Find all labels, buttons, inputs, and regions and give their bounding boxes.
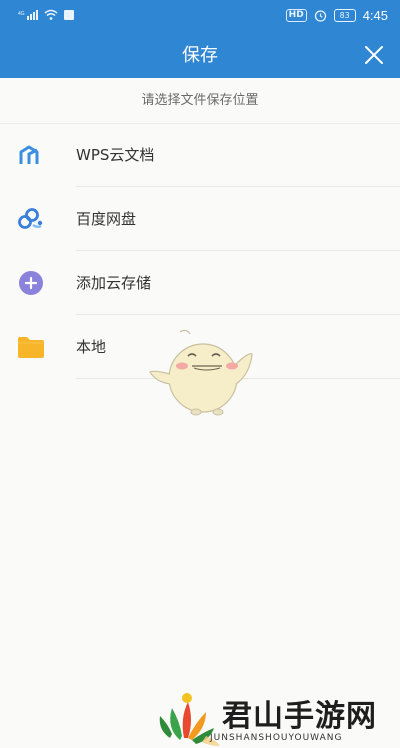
list-item-add-cloud-storage[interactable]: 添加云存储 — [0, 251, 400, 315]
status-left: 4G — [18, 9, 74, 20]
site-watermark: 君山手游网 JUNSHANSHOUYOUWANG — [150, 688, 400, 748]
battery-icon: 83 — [333, 9, 356, 22]
close-icon — [365, 46, 383, 64]
save-dialog-screen: 4G HD 83 4:45 保存 请选择文件保存位置 WPS云文档 百度网盘 添… — [0, 0, 400, 748]
page-title: 保存 — [182, 45, 218, 66]
list-item-label: 百度网盘 — [76, 210, 137, 228]
hd-badge: HD — [285, 9, 307, 22]
header-bar: 保存 — [0, 33, 400, 78]
signal-label: 4G — [18, 11, 25, 17]
save-location-prompt: 请选择文件保存位置 — [0, 78, 400, 124]
alarm-icon — [314, 10, 326, 22]
list-item-label: 本地 — [76, 338, 107, 356]
baidu-netdisk-icon — [18, 208, 43, 229]
site-watermark-title: 君山手游网 — [222, 699, 377, 734]
list-item-label: WPS云文档 — [76, 146, 155, 164]
list-item-label: 添加云存储 — [76, 274, 152, 292]
list-item-wps-cloud[interactable]: WPS云文档 — [0, 123, 400, 187]
wps-cloud-icon — [19, 145, 39, 164]
site-watermark-subtitle: JUNSHANSHOUYOUWANG — [210, 733, 343, 743]
signal-icon: 4G — [18, 10, 38, 20]
wifi-icon — [44, 9, 58, 20]
notification-icon — [64, 9, 74, 20]
close-button[interactable] — [362, 43, 386, 67]
status-time: 4:45 — [362, 8, 388, 23]
folder-icon — [18, 337, 44, 358]
status-bar: 4G HD 83 4:45 — [0, 0, 400, 33]
add-cloud-storage-icon — [19, 271, 43, 295]
status-right: HD 83 4:45 — [285, 8, 388, 23]
list-item-baidu-netdisk[interactable]: 百度网盘 — [0, 187, 400, 251]
mascot-watermark-icon — [149, 329, 253, 416]
